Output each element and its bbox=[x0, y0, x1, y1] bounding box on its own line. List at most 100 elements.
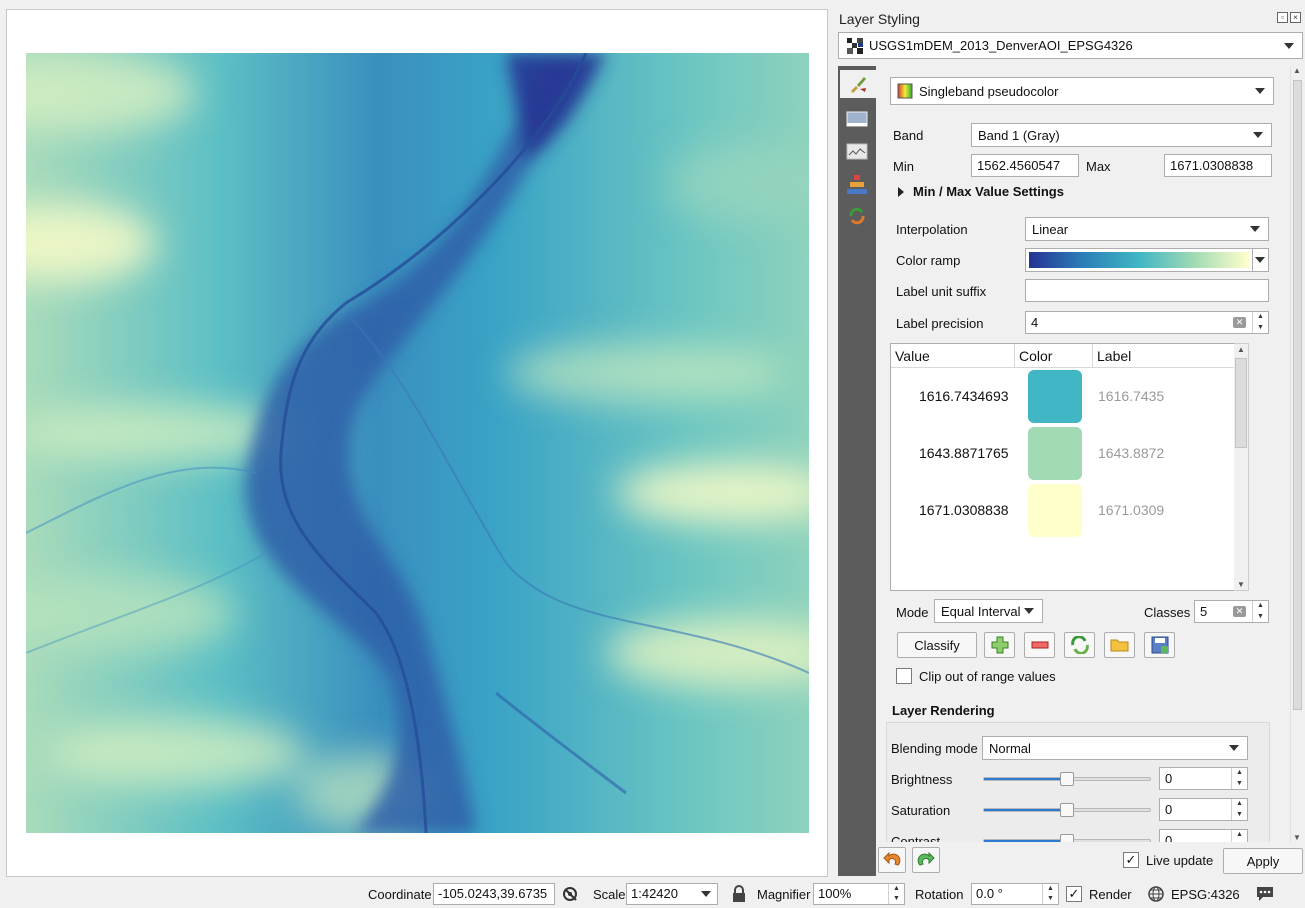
mode-value: Equal Interval bbox=[941, 603, 1021, 619]
coordinate-label: Coordinate bbox=[368, 887, 432, 902]
row-value: 1643.8871765 bbox=[919, 445, 1009, 461]
contrast-spinbox[interactable]: 0 ▲▼ bbox=[1159, 829, 1248, 842]
renderer-type-select[interactable]: Singleband pseudocolor bbox=[890, 77, 1274, 105]
render-checkbox[interactable]: ✓ bbox=[1066, 886, 1082, 902]
min-label: Min bbox=[893, 159, 914, 174]
table-row[interactable]: 1616.7434693 1616.7435 bbox=[891, 368, 1245, 425]
layer-styling-dock: Layer Styling ▫ × USGS1mDEM_2013_DenverA… bbox=[836, 8, 1305, 882]
raster-layer-icon bbox=[847, 37, 863, 54]
slider-handle[interactable] bbox=[1060, 772, 1074, 786]
column-header-value[interactable]: Value bbox=[891, 344, 1015, 367]
spin-arrows[interactable]: ▲▼ bbox=[1231, 768, 1247, 789]
spin-arrows[interactable]: ▲▼ bbox=[1042, 884, 1058, 904]
chevron-down-icon bbox=[1255, 257, 1265, 263]
slider-handle[interactable] bbox=[1060, 803, 1074, 817]
expand-arrow-icon bbox=[898, 186, 904, 197]
table-row[interactable]: 1671.0308838 1671.0309 bbox=[891, 482, 1245, 539]
band-select[interactable]: Band 1 (Gray) bbox=[971, 123, 1272, 147]
column-header-color[interactable]: Color bbox=[1015, 344, 1093, 367]
brightness-slider[interactable] bbox=[983, 772, 1151, 786]
clear-icon[interactable]: ✕ bbox=[1233, 606, 1246, 617]
classes-spinbox[interactable]: 5 ✕ ▲ ▼ bbox=[1194, 600, 1269, 623]
transparency-tab[interactable] bbox=[842, 106, 872, 134]
undo-button[interactable] bbox=[878, 847, 906, 873]
interpolation-value: Linear bbox=[1032, 221, 1069, 237]
lock-icon[interactable] bbox=[731, 885, 747, 906]
messages-icon[interactable] bbox=[1255, 885, 1275, 906]
classify-button[interactable]: Classify bbox=[897, 632, 977, 658]
add-class-button[interactable] bbox=[984, 632, 1015, 658]
history-tab[interactable] bbox=[842, 202, 872, 230]
load-color-map-button[interactable] bbox=[1104, 632, 1135, 658]
scale-select[interactable]: 1:42420 bbox=[626, 883, 718, 905]
map-canvas[interactable] bbox=[6, 9, 828, 877]
globe-icon[interactable] bbox=[1147, 885, 1165, 906]
clip-out-of-range-label: Clip out of range values bbox=[919, 669, 1056, 684]
spin-arrows[interactable]: ▲▼ bbox=[888, 884, 904, 904]
table-row[interactable]: 1643.8871765 1643.8872 bbox=[891, 425, 1245, 482]
layer-select[interactable]: USGS1mDEM_2013_DenverAOI_EPSG4326 bbox=[838, 32, 1303, 59]
crs-button[interactable]: EPSG:4326 bbox=[1171, 887, 1240, 902]
saturation-spinbox[interactable]: 0 ▲ ▼ bbox=[1159, 798, 1248, 821]
label-unit-suffix-input[interactable] bbox=[1025, 279, 1269, 302]
rotation-label: Rotation bbox=[915, 887, 964, 902]
clip-out-of-range-checkbox[interactable] bbox=[896, 668, 912, 684]
magnifier-spinbox[interactable]: 100% ▲ ▼ bbox=[813, 883, 905, 905]
dem-raster-layer bbox=[26, 53, 809, 833]
color-ramp-dropdown[interactable] bbox=[1253, 248, 1269, 272]
spin-arrows[interactable]: ▲▼ bbox=[1231, 830, 1247, 842]
spin-arrows[interactable]: ▲▼ bbox=[1252, 312, 1268, 333]
column-header-label[interactable]: Label bbox=[1093, 344, 1245, 367]
symbology-tab[interactable] bbox=[840, 70, 876, 98]
dock-title: Layer Styling bbox=[839, 11, 920, 27]
scale-value: 1:42420 bbox=[631, 886, 678, 901]
chevron-down-icon bbox=[1284, 42, 1294, 49]
rotation-spinbox[interactable]: 0.0 ° ▲ ▼ bbox=[971, 883, 1059, 905]
float-dock-icon[interactable]: ▫ bbox=[1277, 12, 1288, 23]
mode-select[interactable]: Equal Interval bbox=[934, 599, 1043, 623]
magnifier-label: Magnifier bbox=[757, 887, 811, 902]
min-input[interactable]: 1562.4560547 bbox=[971, 154, 1079, 177]
close-dock-icon[interactable]: × bbox=[1290, 12, 1301, 23]
pseudocolor-icon bbox=[897, 83, 913, 99]
color-ramp-button[interactable] bbox=[1025, 248, 1253, 272]
spin-arrows[interactable]: ▲▼ bbox=[1252, 601, 1268, 622]
coordinate-field[interactable]: -105.0243,39.6735 bbox=[433, 883, 555, 905]
max-label: Max bbox=[1086, 159, 1111, 174]
minus-icon bbox=[1031, 641, 1048, 649]
row-color-swatch[interactable] bbox=[1028, 484, 1082, 537]
slider-handle[interactable] bbox=[1060, 834, 1074, 842]
contrast-value: 0 bbox=[1165, 833, 1173, 842]
color-class-table[interactable]: Value Color Label 1616.7434693 1616.7435… bbox=[890, 343, 1246, 591]
layer-rendering-title: Layer Rendering bbox=[892, 703, 995, 718]
classes-label: Classes bbox=[1144, 605, 1191, 620]
label-precision-spinbox[interactable]: 4 ✕ ▲ ▼ bbox=[1025, 311, 1269, 334]
blending-mode-select[interactable]: Normal bbox=[982, 736, 1248, 760]
row-color-swatch[interactable] bbox=[1028, 370, 1082, 423]
panel-scrollbar[interactable]: ▲ ▼ bbox=[1290, 66, 1303, 842]
export-color-map-button[interactable] bbox=[1144, 632, 1175, 658]
swap-arrows-icon bbox=[1070, 636, 1089, 654]
clear-icon[interactable]: ✕ bbox=[1233, 317, 1246, 328]
remove-class-button[interactable] bbox=[1024, 632, 1055, 658]
reverse-colors-button[interactable] bbox=[1064, 632, 1095, 658]
redo-button[interactable] bbox=[912, 847, 940, 873]
chevron-down-icon bbox=[1253, 132, 1263, 138]
saturation-value: 0 bbox=[1165, 802, 1173, 817]
spin-arrows[interactable]: ▲▼ bbox=[1231, 799, 1247, 820]
histogram-tab[interactable] bbox=[842, 138, 872, 166]
interpolation-label: Interpolation bbox=[896, 222, 968, 237]
row-color-swatch[interactable] bbox=[1028, 427, 1082, 480]
contrast-slider[interactable] bbox=[983, 834, 1151, 842]
table-scrollbar[interactable]: ▲ ▼ bbox=[1234, 343, 1249, 591]
max-input[interactable]: 1671.0308838 bbox=[1164, 154, 1272, 177]
pyramids-tab[interactable] bbox=[842, 170, 872, 198]
minmax-settings-toggle[interactable]: Min / Max Value Settings bbox=[898, 184, 1064, 199]
classes-value: 5 bbox=[1200, 604, 1208, 619]
brightness-spinbox[interactable]: 0 ▲ ▼ bbox=[1159, 767, 1248, 790]
interpolation-select[interactable]: Linear bbox=[1025, 217, 1269, 241]
live-update-checkbox[interactable]: ✓ bbox=[1123, 852, 1139, 868]
apply-button[interactable]: Apply bbox=[1223, 848, 1303, 874]
toggle-extents-icon[interactable] bbox=[561, 884, 581, 907]
saturation-slider[interactable] bbox=[983, 803, 1151, 817]
